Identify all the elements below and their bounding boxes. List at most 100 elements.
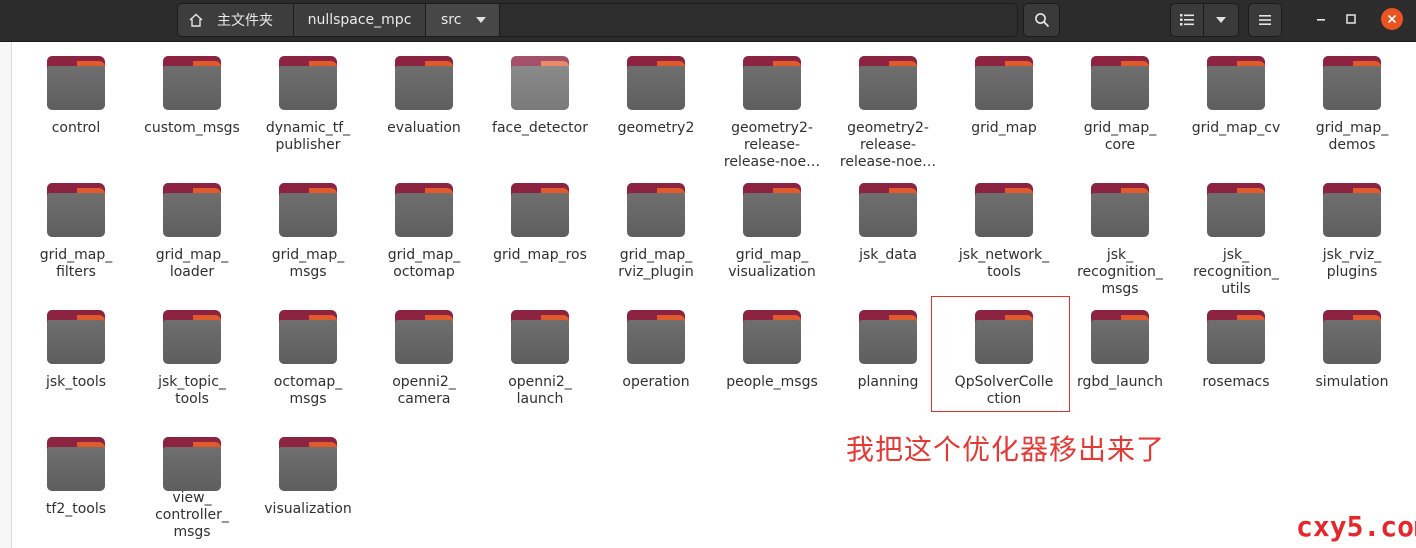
folder-label: grid_map_cv xyxy=(1191,120,1281,136)
folder-item[interactable]: custom_msgs xyxy=(134,50,250,177)
breadcrumb-home[interactable]: 主文件夹 xyxy=(178,4,294,36)
home-icon xyxy=(189,13,203,27)
folder-item[interactable]: grid_map xyxy=(946,50,1062,177)
folder-item[interactable]: grid_map_ visualization xyxy=(714,177,830,304)
folder-item[interactable]: grid_map_ core xyxy=(1062,50,1178,177)
folder-item[interactable]: openni2_ camera xyxy=(366,304,482,431)
folder-item[interactable]: jsk_ recognition_ utils xyxy=(1178,177,1294,304)
folder-label: operation xyxy=(622,374,690,390)
folder-icon xyxy=(859,183,917,237)
folder-item[interactable]: visualization xyxy=(250,431,366,541)
folder-icon xyxy=(163,437,221,491)
folder-item[interactable]: simulation xyxy=(1294,304,1410,431)
sidebar-edge xyxy=(0,42,12,548)
folder-item[interactable]: control xyxy=(18,50,134,177)
folder-item[interactable]: evaluation xyxy=(366,50,482,177)
breadcrumb-item[interactable]: nullspace_mpc xyxy=(294,4,426,36)
folder-icon xyxy=(47,56,105,110)
folder-item[interactable]: view_ controller_ msgs xyxy=(134,431,250,541)
folder-item[interactable]: grid_map_ msgs xyxy=(250,177,366,304)
folder-item[interactable]: people_msgs xyxy=(714,304,830,431)
minimize-button[interactable] xyxy=(1310,8,1332,30)
folder-item[interactable]: grid_map_ rviz_plugin xyxy=(598,177,714,304)
folder-icon xyxy=(627,183,685,237)
breadcrumb-current[interactable]: src xyxy=(426,4,500,36)
folder-item[interactable]: octomap_ msgs xyxy=(250,304,366,431)
maximize-button[interactable] xyxy=(1340,8,1362,30)
view-options-button[interactable] xyxy=(1203,3,1239,37)
folder-icon xyxy=(511,56,569,110)
list-view-icon xyxy=(1180,14,1194,26)
folder-label: grid_map_ msgs xyxy=(271,247,345,280)
folder-item[interactable]: geometry2- release- release-noe… xyxy=(830,50,946,177)
folder-item[interactable]: geometry2- release- release-noe… xyxy=(714,50,830,177)
folder-icon xyxy=(279,310,337,364)
folder-item[interactable]: grid_map_ loader xyxy=(134,177,250,304)
folder-icon xyxy=(743,310,801,364)
chevron-down-icon[interactable] xyxy=(476,17,487,23)
folder-icon xyxy=(975,56,1033,110)
folder-icon xyxy=(395,310,453,364)
folder-icon xyxy=(627,56,685,110)
folder-item[interactable]: tf2_tools xyxy=(18,431,134,541)
folder-icon xyxy=(47,183,105,237)
folder-item[interactable]: face_detector xyxy=(482,50,598,177)
folder-item[interactable]: geometry2 xyxy=(598,50,714,177)
folder-item[interactable]: operation xyxy=(598,304,714,431)
folder-label: grid_map_ visualization xyxy=(728,247,816,280)
breadcrumb: 主文件夹 nullspace_mpc src xyxy=(177,3,1018,37)
folder-icon xyxy=(395,183,453,237)
folder-icon xyxy=(1207,183,1265,237)
folder-item[interactable]: grid_map_ octomap xyxy=(366,177,482,304)
folder-item[interactable]: openni2_ launch xyxy=(482,304,598,431)
folder-icon xyxy=(743,56,801,110)
folder-label: dynamic_tf_ publisher xyxy=(265,120,351,153)
folder-label: jsk_topic_ tools xyxy=(158,374,226,407)
folder-item[interactable]: grid_map_cv xyxy=(1178,50,1294,177)
folder-label: jsk_ recognition_ msgs xyxy=(1077,247,1163,297)
folder-label: openni2_ camera xyxy=(392,374,456,407)
view-toggle-button[interactable] xyxy=(1170,3,1204,37)
folder-label: grid_map_ demos xyxy=(1315,120,1389,153)
main-menu-button[interactable] xyxy=(1248,3,1282,37)
minimize-icon xyxy=(1317,19,1325,21)
close-button[interactable] xyxy=(1381,8,1403,30)
folder-item[interactable]: jsk_ recognition_ msgs xyxy=(1062,177,1178,304)
breadcrumb-spacer xyxy=(500,4,1017,36)
folder-label: grid_map_ rviz_plugin xyxy=(618,247,694,280)
folder-item[interactable]: dynamic_tf_ publisher xyxy=(250,50,366,177)
folder-label: geometry2- release- release-noe… xyxy=(839,120,937,170)
folder-item[interactable]: planning xyxy=(830,304,946,431)
folder-item[interactable]: jsk_tools xyxy=(18,304,134,431)
folder-label: grid_map_ octomap xyxy=(387,247,461,280)
folder-item[interactable]: rosemacs xyxy=(1178,304,1294,431)
folder-item[interactable]: grid_map_ros xyxy=(482,177,598,304)
folder-label: grid_map_ core xyxy=(1083,120,1157,153)
folder-label: jsk_rviz_ plugins xyxy=(1322,247,1382,280)
folder-label: grid_map_ filters xyxy=(39,247,113,280)
folder-label: jsk_data xyxy=(859,247,917,263)
search-icon xyxy=(1034,13,1049,28)
highlight-box xyxy=(931,296,1070,412)
folder-item[interactable]: rgbd_launch xyxy=(1062,304,1178,431)
folder-item[interactable]: grid_map_ demos xyxy=(1294,50,1410,177)
folder-label: jsk_network_ tools xyxy=(958,247,1050,280)
folder-item[interactable]: jsk_rviz_ plugins xyxy=(1294,177,1410,304)
folder-icon xyxy=(1323,183,1381,237)
folder-label: face_detector xyxy=(492,120,588,136)
folder-item[interactable]: jsk_topic_ tools xyxy=(134,304,250,431)
folder-icon xyxy=(859,310,917,364)
folder-label: geometry2 xyxy=(617,120,695,136)
folder-icon xyxy=(279,183,337,237)
folder-icon xyxy=(1091,310,1149,364)
folder-label: rosemacs xyxy=(1202,374,1270,390)
folder-item[interactable]: jsk_data xyxy=(830,177,946,304)
folder-item[interactable]: jsk_network_ tools xyxy=(946,177,1062,304)
maximize-icon xyxy=(1346,14,1356,24)
folder-label: people_msgs xyxy=(726,374,818,390)
search-button[interactable] xyxy=(1023,3,1060,37)
folder-label: geometry2- release- release-noe… xyxy=(723,120,821,170)
annotation-text: 我把这个优化器移出来了 xyxy=(846,433,1166,466)
folder-label: control xyxy=(51,120,101,136)
folder-item[interactable]: grid_map_ filters xyxy=(18,177,134,304)
